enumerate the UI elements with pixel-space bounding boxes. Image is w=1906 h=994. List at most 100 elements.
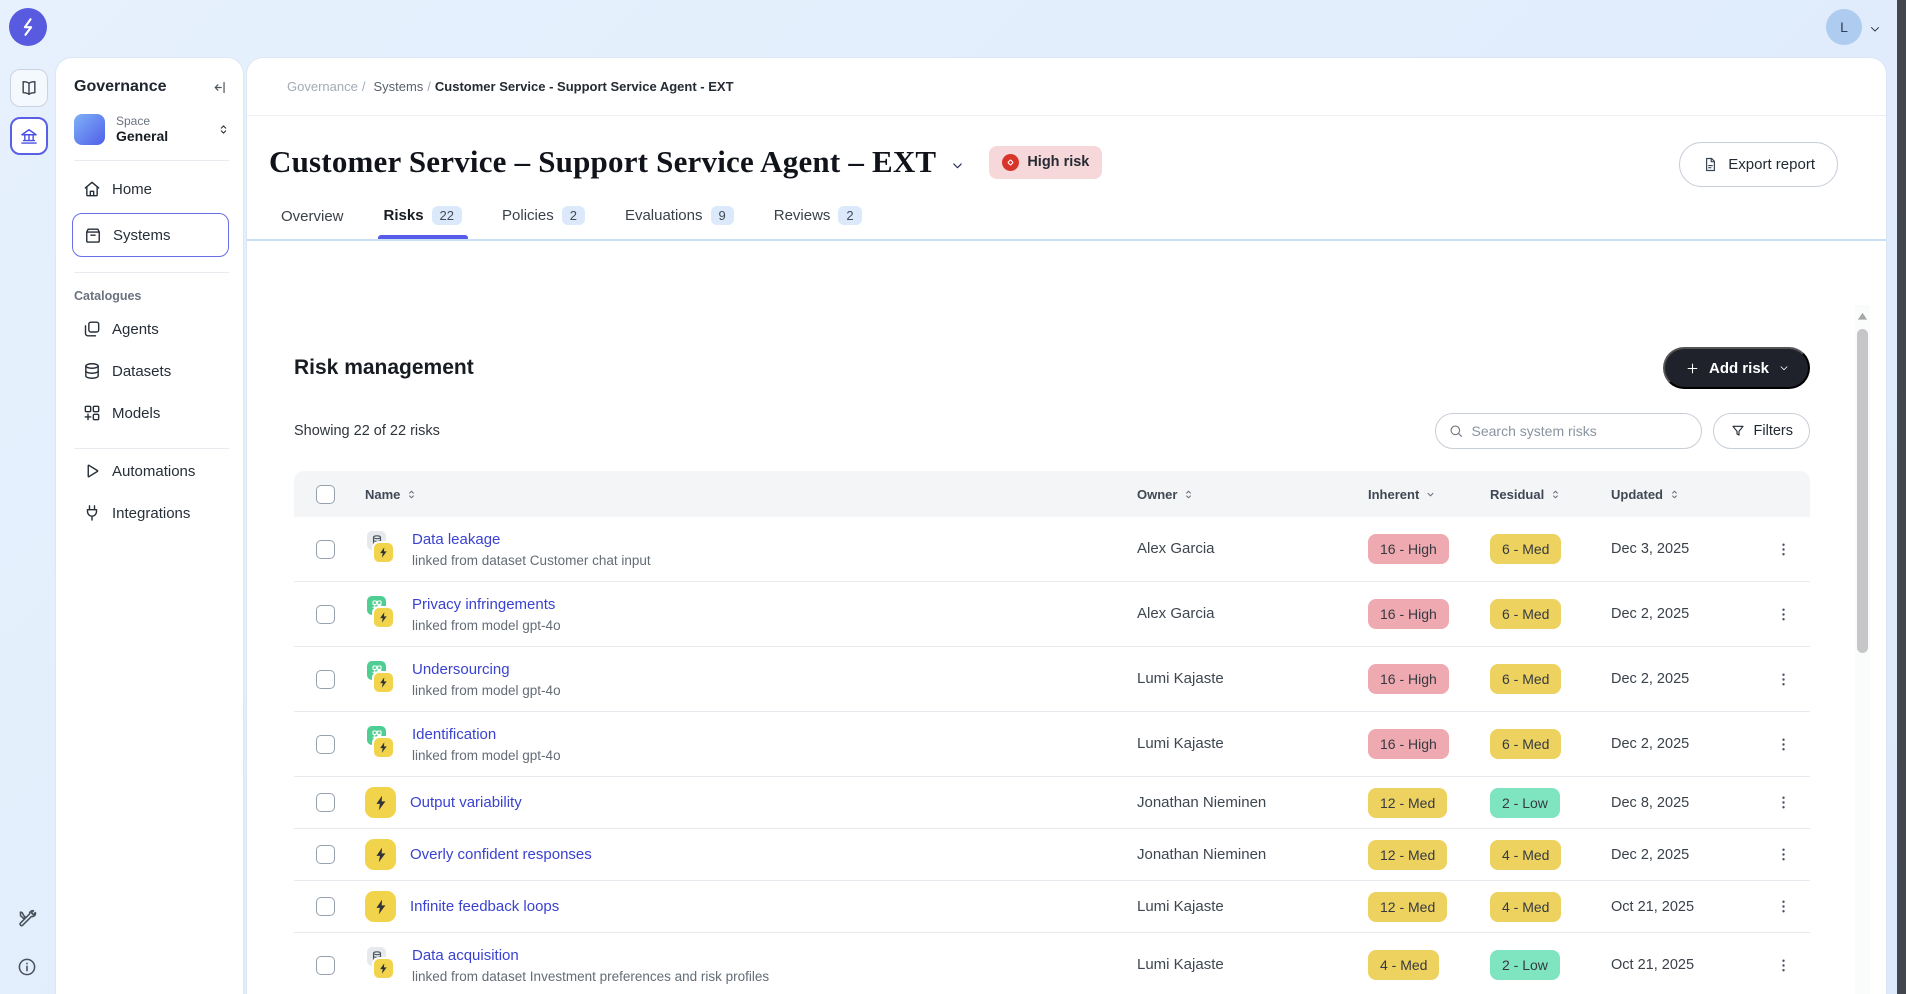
row-updated-cell: Dec 2, 2025 <box>1611 846 1757 864</box>
row-checkbox[interactable] <box>316 793 335 812</box>
table-row: Identificationlinked from model gpt-4oLu… <box>294 712 1810 777</box>
row-actions-cell <box>1757 667 1810 692</box>
library-rail-button[interactable] <box>10 69 48 107</box>
risk-name-link[interactable]: Output variability <box>410 793 522 812</box>
row-menu-kebab-icon[interactable] <box>1771 667 1796 692</box>
updated-date: Dec 8, 2025 <box>1611 795 1689 811</box>
page-title: Customer Service – Support Service Agent… <box>269 144 936 180</box>
sidebar-item-agents[interactable]: Agents <box>72 309 229 349</box>
column-sort-name[interactable]: Name <box>365 487 418 502</box>
column-sort-updated[interactable]: Updated <box>1611 487 1757 502</box>
database-icon <box>82 361 102 381</box>
risk-name-link[interactable]: Identification <box>412 725 561 744</box>
scrollbar-thumb[interactable] <box>1857 329 1868 653</box>
account-menu-chevron-icon[interactable] <box>1868 22 1882 36</box>
select-all-checkbox[interactable] <box>316 485 335 504</box>
search-input[interactable] <box>1472 423 1689 439</box>
tab-label: Policies <box>502 207 554 224</box>
row-menu-kebab-icon[interactable] <box>1771 842 1796 867</box>
sidebar-item-datasets[interactable]: Datasets <box>72 351 229 391</box>
tabs-bottom-border <box>247 239 1886 241</box>
row-checkbox[interactable] <box>316 956 335 975</box>
owner-name: Jonathan Nieminen <box>1137 846 1266 863</box>
risk-name-link[interactable]: Undersourcing <box>412 660 561 679</box>
tab-bar: Overview Risks22 Policies2 Evaluations9 Revi… <box>247 200 1886 239</box>
play-icon <box>82 461 102 481</box>
column-sort-inherent[interactable]: Inherent <box>1368 487 1490 502</box>
sort-both-icon <box>1668 488 1681 501</box>
table-row: Undersourcinglinked from model gpt-4oLum… <box>294 647 1810 712</box>
governance-rail-button[interactable] <box>10 117 48 155</box>
bolt-icon <box>377 676 390 689</box>
grid-plus-icon <box>82 403 102 423</box>
sidebar-item-automations[interactable]: Automations <box>72 451 229 491</box>
risk-name-link[interactable]: Data leakage <box>412 530 651 549</box>
row-checkbox-cell <box>294 845 346 864</box>
risk-bolt-icon <box>372 736 395 759</box>
risk-bolt-icon <box>372 541 395 564</box>
column-name: Name <box>346 487 1137 502</box>
filters-button[interactable]: Filters <box>1713 413 1810 449</box>
row-menu-kebab-icon[interactable] <box>1771 602 1796 627</box>
sidebar-item-models[interactable]: Models <box>72 393 229 433</box>
column-sort-owner[interactable]: Owner <box>1137 487 1368 502</box>
row-menu-kebab-icon[interactable] <box>1771 894 1796 919</box>
tab-evaluations[interactable]: Evaluations9 <box>625 206 734 239</box>
copy-icon <box>82 319 102 339</box>
row-checkbox[interactable] <box>316 735 335 754</box>
breadcrumb-item[interactable]: Governance <box>287 79 358 94</box>
sort-both <box>405 488 418 501</box>
row-checkbox-cell <box>294 540 346 559</box>
sidebar-collapse-button[interactable] <box>212 79 229 96</box>
inherent-risk-badge: 16 - High <box>1368 664 1449 694</box>
space-selector[interactable]: Space General <box>74 114 231 145</box>
row-checkbox[interactable] <box>316 540 335 559</box>
bolt-icon <box>372 846 390 864</box>
row-checkbox[interactable] <box>316 605 335 624</box>
risk-name-link[interactable]: Infinite feedback loops <box>410 897 559 916</box>
tab-overview[interactable]: Overview <box>281 208 344 239</box>
tab-reviews[interactable]: Reviews2 <box>774 206 862 239</box>
plug-icon <box>82 503 102 523</box>
sidebar-item-home[interactable]: Home <box>72 169 229 209</box>
risk-name-link[interactable]: Privacy infringements <box>412 595 561 614</box>
row-updated-cell: Dec 2, 2025 <box>1611 735 1757 753</box>
high-risk-badge: High risk <box>989 146 1102 179</box>
column-sort-residual[interactable]: Residual <box>1490 487 1611 502</box>
tab-policies[interactable]: Policies2 <box>502 206 585 239</box>
bolt-icon <box>377 962 390 975</box>
bolt-icon <box>377 546 390 559</box>
add-risk-button[interactable]: Add risk <box>1663 347 1810 389</box>
row-menu-kebab-icon[interactable] <box>1771 537 1796 562</box>
row-inherent-cell: 4 - Med <box>1368 950 1490 980</box>
add-risk-label: Add risk <box>1709 360 1769 377</box>
updated-date: Dec 2, 2025 <box>1611 736 1689 752</box>
row-menu-kebab-icon[interactable] <box>1771 732 1796 757</box>
app-logo[interactable] <box>9 8 47 46</box>
breadcrumb-item[interactable]: Systems <box>373 79 423 94</box>
risk-linked-subtitle: linked from model gpt-4o <box>412 748 561 763</box>
tools-icon[interactable] <box>16 908 38 930</box>
row-checkbox[interactable] <box>316 897 335 916</box>
row-name-cell: Infinite feedback loops <box>346 891 1137 922</box>
sidebar-item-label: Agents <box>112 321 159 338</box>
user-avatar[interactable]: L <box>1826 9 1862 45</box>
tab-risks[interactable]: Risks22 <box>384 206 463 239</box>
title-chevron-icon[interactable] <box>950 158 965 173</box>
row-checkbox[interactable] <box>316 670 335 689</box>
risk-name-link[interactable]: Data acquisition <box>412 946 769 965</box>
risk-name-link[interactable]: Overly confident responses <box>410 845 592 864</box>
row-menu-kebab-icon[interactable] <box>1771 953 1796 978</box>
sidebar-item-systems[interactable]: Systems <box>72 213 229 257</box>
info-icon[interactable] <box>16 956 38 978</box>
sidebar-divider <box>74 160 229 161</box>
row-checkbox[interactable] <box>316 845 335 864</box>
updated-date: Dec 2, 2025 <box>1611 671 1689 687</box>
home-icon <box>82 179 102 199</box>
export-report-button[interactable]: Export report <box>1679 142 1838 187</box>
model-risk-icon-stack <box>365 722 398 767</box>
scrollbar-up-arrow[interactable] <box>1857 311 1868 321</box>
row-menu-kebab-icon[interactable] <box>1771 790 1796 815</box>
sidebar-item-integrations[interactable]: Integrations <box>72 493 229 533</box>
column-label: Updated <box>1611 487 1663 502</box>
